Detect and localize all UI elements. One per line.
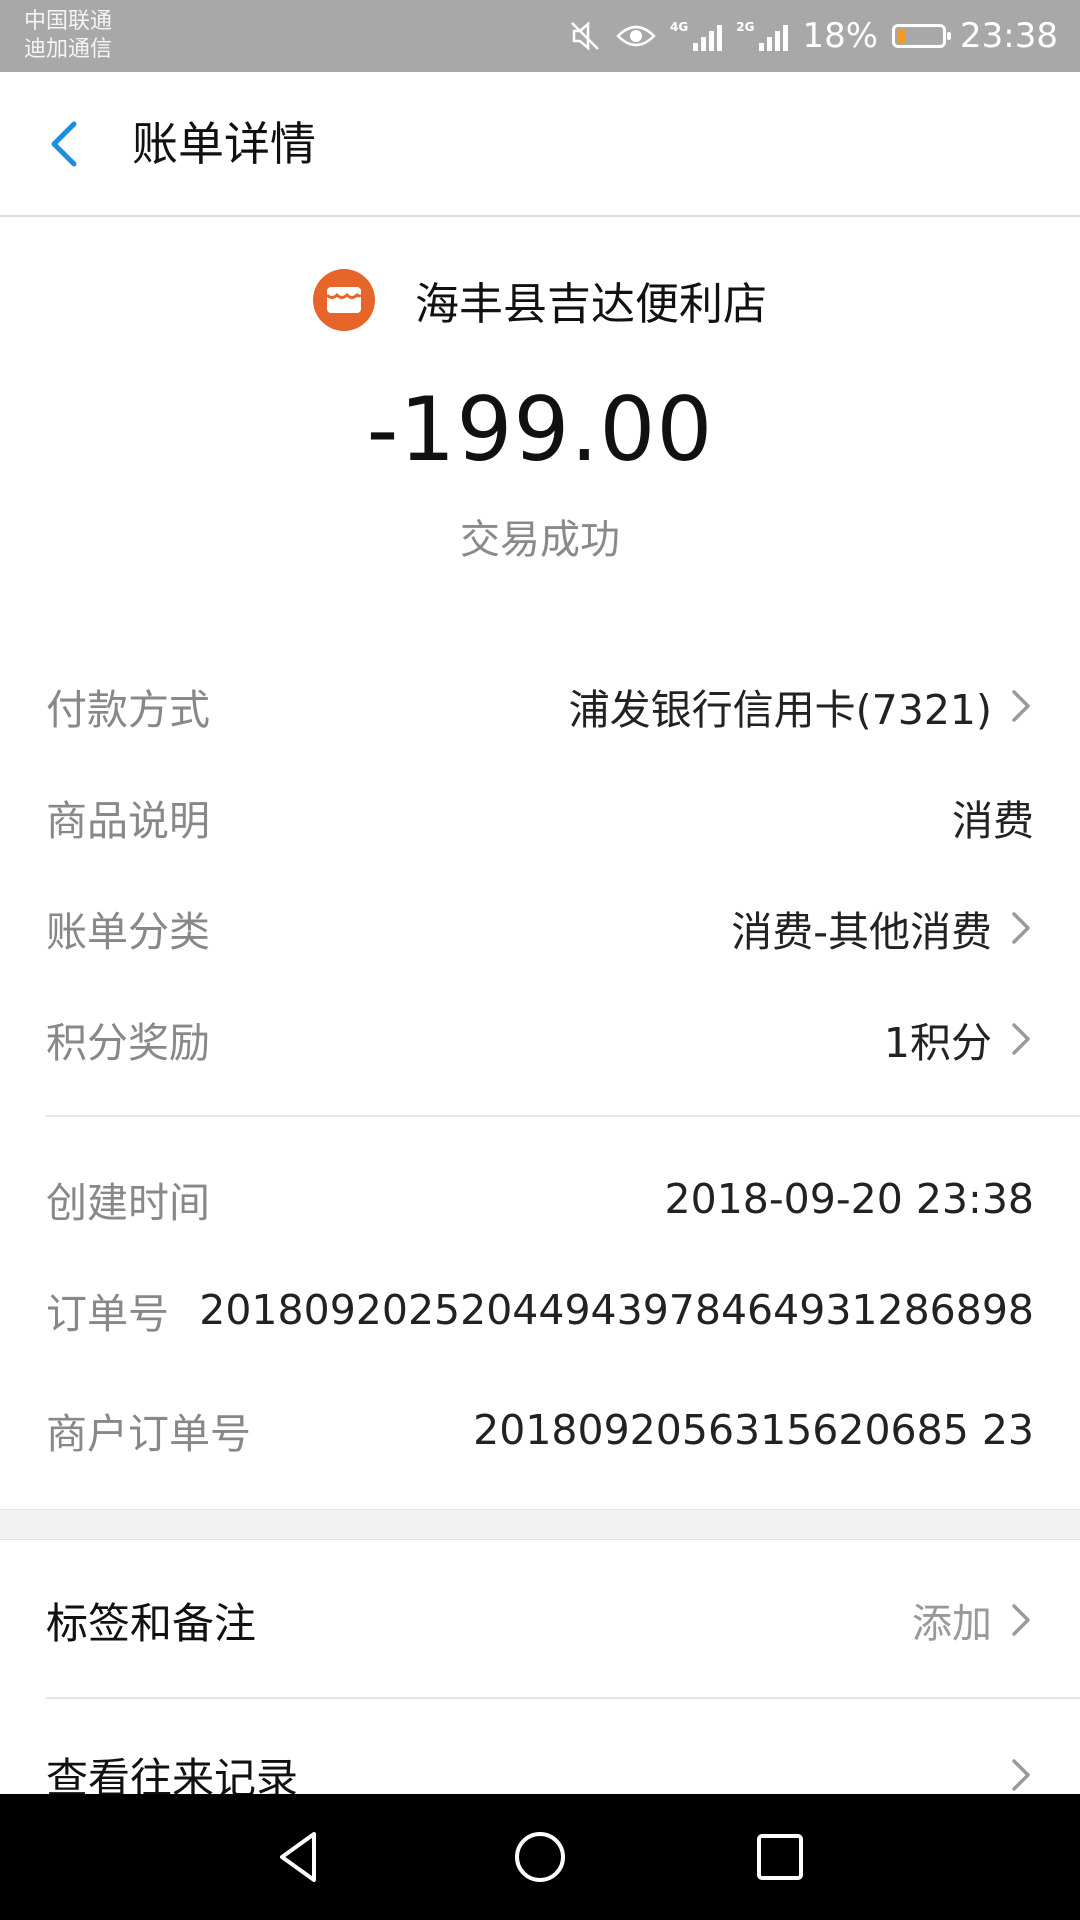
detail-row-category[interactable]: 账单分类 消费-其他消费: [46, 893, 1034, 963]
status-icons: 4G 2G 18% 23:38: [568, 0, 1058, 72]
app-header: 账单详情: [0, 72, 1080, 217]
signal-4g-icon: 4G: [670, 20, 723, 51]
nav-back-button[interactable]: [262, 1820, 336, 1894]
detail-row-order-number: 订单号 20180920252044943978464931286898: [46, 1275, 1034, 1345]
detail-row-payment-method[interactable]: 付款方式 浦发银行信用卡(7321): [46, 671, 1034, 741]
carrier-sub: 迪加通信: [24, 37, 113, 62]
section-separator: [0, 1509, 1080, 1540]
detail-value: 浦发银行信用卡(7321): [568, 686, 992, 734]
battery-fill: [897, 29, 906, 43]
merchant-row: 海丰县吉达便利店: [0, 262, 1080, 338]
nav-home-button[interactable]: [503, 1820, 577, 1894]
detail-label: 账单分类: [46, 908, 210, 956]
detail-row-points[interactable]: 积分奖励 1积分: [46, 1004, 1034, 1074]
transaction-status: 交易成功: [460, 517, 620, 563]
chevron-right-icon: [1012, 1023, 1030, 1055]
page-title: 账单详情: [132, 117, 316, 171]
signal-2g-icon: 2G: [736, 20, 789, 51]
navigation-bar: [0, 1794, 1080, 1920]
detail-value: 20180920252044943978464931286898: [199, 1286, 1034, 1334]
clock: 23:38: [960, 16, 1058, 56]
detail-value: 1积分: [883, 1019, 992, 1067]
circle-home-icon: [515, 1832, 565, 1882]
add-link: 添加: [912, 1601, 992, 1647]
chevron-right-icon: [1012, 1604, 1030, 1636]
detail-row-product-desc: 商品说明 消费: [46, 782, 1034, 852]
eye-icon: [616, 25, 656, 47]
status-bar: 中国联通 迪加通信 4G 2G 18% 23:38: [0, 0, 1080, 72]
chevron-right-icon: [1012, 912, 1030, 944]
chevron-left-icon: [51, 121, 77, 167]
section-divider: [46, 1115, 1080, 1117]
detail-row-created-time: 创建时间 2018-09-20 23:38: [46, 1164, 1034, 1234]
detail-label: 创建时间: [46, 1179, 210, 1227]
detail-value: 2018-09-20 23:38: [664, 1175, 1034, 1223]
mute-icon: [571, 21, 599, 51]
nav-recents-button[interactable]: [743, 1820, 817, 1894]
battery-icon: [892, 24, 952, 48]
shop-icon: [313, 269, 375, 331]
detail-label: 商户订单号: [46, 1410, 251, 1458]
tags-notes-row[interactable]: 标签和备注 添加: [46, 1585, 1034, 1655]
detail-value: 消费-其他消费: [731, 908, 992, 956]
action-label: 标签和备注: [46, 1598, 257, 1648]
detail-value: 消费: [952, 797, 1034, 845]
back-button[interactable]: [38, 114, 98, 174]
detail-row-merchant-order-number: 商户订单号 2018092056315620685 23: [46, 1395, 1034, 1465]
battery-percent: 18%: [802, 16, 879, 56]
triangle-back-icon: [280, 1832, 316, 1882]
detail-label: 付款方式: [46, 686, 210, 734]
square-recents-icon: [757, 1834, 803, 1880]
detail-label: 订单号: [46, 1290, 169, 1338]
detail-label: 积分奖励: [46, 1019, 210, 1067]
chevron-right-icon: [1012, 690, 1030, 722]
carrier-name: 中国联通: [24, 9, 113, 34]
carrier-info: 中国联通 迪加通信: [24, 8, 112, 64]
network-4g-label: 4G: [670, 20, 689, 34]
chevron-right-icon: [1012, 1759, 1030, 1791]
transaction-amount: -199.00: [366, 378, 714, 481]
detail-label: 商品说明: [46, 797, 210, 845]
network-2g-label: 2G: [736, 20, 755, 34]
detail-value: 2018092056315620685 23: [473, 1406, 1034, 1454]
merchant-name: 海丰县吉达便利店: [415, 279, 767, 330]
row-divider: [46, 1697, 1080, 1699]
